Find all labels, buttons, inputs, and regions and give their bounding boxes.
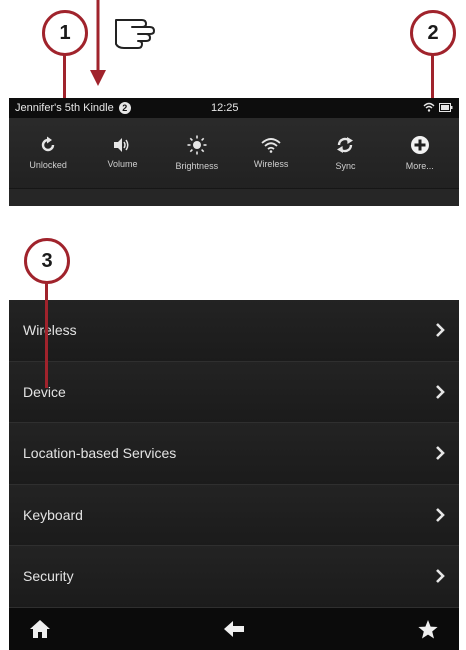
notification-count-badge[interactable]: 2 [118, 102, 131, 114]
quick-setting-label: More... [405, 161, 434, 171]
quick-setting-unlocked[interactable]: Unlocked [11, 118, 85, 188]
quick-setting-label: Wireless [253, 159, 289, 169]
settings-row-keyboard[interactable]: Keyboard [9, 484, 459, 546]
chevron-right-icon [435, 507, 445, 522]
settings-row-wireless[interactable]: Wireless [9, 300, 459, 362]
clock: 12:25 [211, 102, 239, 114]
chevron-right-icon [435, 323, 445, 338]
device-owner-label: Jennifer's 5th Kindle [15, 102, 114, 114]
callout-3-leader [45, 282, 48, 388]
quick-setting-volume[interactable]: Volume [85, 118, 159, 188]
settings-row-label: Keyboard [23, 506, 83, 523]
quick-settings-handle[interactable] [9, 188, 459, 206]
star-icon [418, 619, 438, 638]
settings-row-location[interactable]: Location-based Services [9, 423, 459, 485]
battery-icon [439, 102, 453, 112]
quick-settings-row: Unlocked Volume Brightness Wireless Sync… [9, 118, 459, 188]
settings-row-security[interactable]: Security [9, 546, 459, 608]
callout-1: 1 [42, 10, 88, 56]
callout-3: 3 [24, 238, 70, 284]
settings-row-label: Location-based Services [23, 445, 177, 462]
back-arrow-icon [224, 621, 244, 637]
wifi-icon [261, 138, 281, 153]
volume-icon [114, 138, 129, 152]
rotation-unlocked-icon [41, 136, 55, 152]
brightness-icon [187, 135, 207, 155]
quick-setting-label: Unlocked [29, 160, 67, 170]
quick-setting-label: Sync [335, 161, 356, 171]
settings-row-device[interactable]: Device [9, 361, 459, 423]
bottom-nav-bar [9, 608, 459, 650]
quick-setting-label: Volume [107, 159, 138, 169]
quick-setting-more[interactable]: More... [383, 118, 457, 188]
settings-row-label: Security [23, 568, 74, 585]
quick-setting-brightness[interactable]: Brightness [160, 118, 234, 188]
settings-row-label: Wireless [23, 322, 77, 339]
callout-2: 2 [410, 10, 456, 56]
quick-settings-panel: Jennifer's 5th Kindle 2 12:25 Unlocked V… [9, 98, 459, 206]
quick-setting-label: Brightness [175, 161, 219, 171]
plus-circle-icon [410, 136, 429, 154]
favorites-button[interactable] [413, 614, 443, 644]
chevron-right-icon [435, 446, 445, 461]
status-icons [423, 102, 453, 112]
home-icon [30, 620, 50, 638]
status-bar: Jennifer's 5th Kindle 2 12:25 [9, 98, 459, 118]
settings-list-panel: Wireless Device Location-based Services … [9, 300, 459, 650]
device-owner[interactable]: Jennifer's 5th Kindle 2 [15, 102, 131, 114]
quick-setting-wireless[interactable]: Wireless [234, 118, 308, 188]
chevron-right-icon [435, 384, 445, 399]
back-button[interactable] [219, 614, 249, 644]
pointing-hand-icon [115, 19, 155, 49]
quick-setting-sync[interactable]: Sync [308, 118, 382, 188]
chevron-right-icon [435, 569, 445, 584]
home-button[interactable] [25, 614, 55, 644]
wifi-signal-icon [423, 102, 435, 112]
sync-icon [337, 137, 354, 153]
